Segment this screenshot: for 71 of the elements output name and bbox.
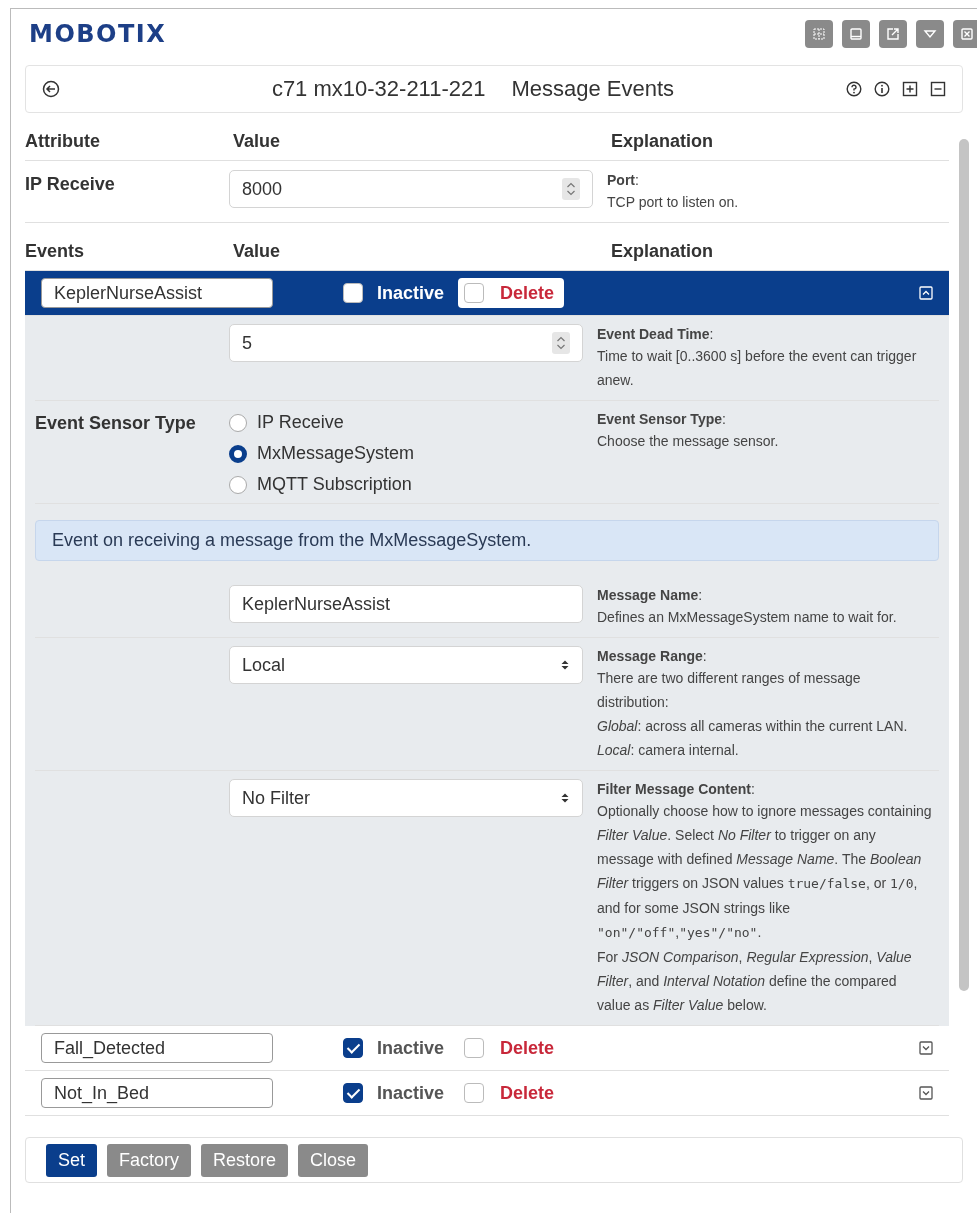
scrollbar-thumb[interactable] <box>959 139 969 991</box>
attribute-label: Event Sensor Type <box>35 412 197 435</box>
explanation-text: Defines an MxMessageSystem name to wait for. <box>597 608 898 627</box>
explanation-text: Time to wait [0..3600 s] before the event can trigger anew. <box>597 347 918 390</box>
delete-label: Delete <box>500 1037 555 1059</box>
spinner-icon[interactable] <box>552 332 570 354</box>
close-icon[interactable] <box>953 20 977 48</box>
delete-label: Delete <box>500 1082 555 1104</box>
delete-checkbox[interactable] <box>464 1083 485 1103</box>
explanation-title: Event Dead Time: <box>597 325 715 344</box>
minimize-icon[interactable] <box>842 20 870 48</box>
delete-checkbox[interactable] <box>464 283 485 303</box>
delete-checkbox[interactable] <box>464 1038 485 1058</box>
explanation-text: Global: across all cameras within the current LAN. <box>597 717 909 736</box>
checkbox-label: Inactive <box>377 282 445 304</box>
column-header: Value <box>232 131 282 152</box>
back-icon[interactable] <box>42 80 60 98</box>
select-field[interactable]: Local <box>229 646 583 684</box>
external-link-icon[interactable] <box>879 20 907 48</box>
event-header[interactable]: KeplerNurseAssist Inactive Delete <box>25 271 949 316</box>
radio-button[interactable] <box>229 444 247 463</box>
set-button[interactable]: Set <box>46 1143 98 1177</box>
number-field[interactable]: 8000 <box>229 170 593 208</box>
explanation-title: Event Sensor Type: <box>597 410 727 429</box>
delete-toggle[interactable]: Delete <box>458 278 565 308</box>
explanation-title: Filter Message Content: <box>597 780 756 799</box>
collapse-icon[interactable] <box>919 286 933 300</box>
info-icon[interactable] <box>874 81 890 97</box>
explanation-text: There are two different ranges of message distribution: <box>597 669 862 712</box>
radio-button[interactable] <box>229 475 247 494</box>
event-name-field[interactable]: Not_In_Bed <box>41 1078 273 1108</box>
text-field[interactable]: KeplerNurseAssist <box>229 585 583 623</box>
grid-icon[interactable] <box>805 20 833 48</box>
device-name: c71 mx10-32-211-221 <box>271 76 486 102</box>
column-header: Value <box>232 241 282 262</box>
explanation-title: Message Range: <box>597 647 708 666</box>
explanation-text: For JSON Comparison, Regular Expression, Value Filter, and Interval Notation define the compared value as Filter Value below. <box>597 948 913 1015</box>
expand-icon[interactable] <box>919 1086 933 1100</box>
help-icon[interactable] <box>846 81 862 97</box>
explanation-text: Choose the message sensor. <box>597 432 780 451</box>
expand-all-icon[interactable] <box>902 81 918 97</box>
radio-label: IP Receive <box>257 412 344 433</box>
column-header: Events <box>25 241 86 262</box>
delete-label: Delete <box>500 282 555 304</box>
event-name-field[interactable]: Fall_Detected <box>41 1033 273 1063</box>
column-header: Explanation <box>610 131 714 152</box>
explanation-title: Port: <box>607 171 640 190</box>
checkbox-label: Inactive <box>377 1082 445 1104</box>
page-title: Message Events <box>511 76 675 102</box>
dropdown-icon[interactable] <box>916 20 944 48</box>
info-notice: Event on receiving a message from the MxMessageSystem. <box>35 520 939 561</box>
checkbox-label: Inactive <box>377 1037 445 1059</box>
radio-button[interactable] <box>229 413 247 432</box>
attribute-label: IP Receive <box>25 173 116 196</box>
collapse-all-icon[interactable] <box>930 81 946 97</box>
explanation-text: TCP port to listen on. <box>607 193 740 212</box>
explanation-title: Message Name: <box>597 586 704 605</box>
spinner-icon[interactable] <box>562 178 580 200</box>
radio-label: MQTT Subscription <box>257 474 412 495</box>
column-header: Attribute <box>25 131 101 152</box>
number-field[interactable]: 5 <box>229 324 583 362</box>
expand-icon[interactable] <box>919 1041 933 1055</box>
explanation-text: Local: camera internal. <box>597 741 740 760</box>
event-name-field[interactable]: KeplerNurseAssist <box>41 278 273 308</box>
explanation-text: Optionally choose how to ignore messages containing Filter Value. Select No Filter to trigger on any message with defined Message Name. The Boolean Filter triggers on JSON values true/false, or 1/0, and for some JSON strings like "on"/"off","yes"/"no". <box>597 802 933 942</box>
column-header: Explanation <box>610 241 714 262</box>
select-field[interactable]: No Filter <box>229 779 583 817</box>
sort-caret-icon <box>560 791 570 805</box>
logo: MOBOTIX <box>29 20 167 48</box>
radio-label: MxMessageSystem <box>257 443 415 464</box>
sort-caret-icon <box>560 658 570 672</box>
